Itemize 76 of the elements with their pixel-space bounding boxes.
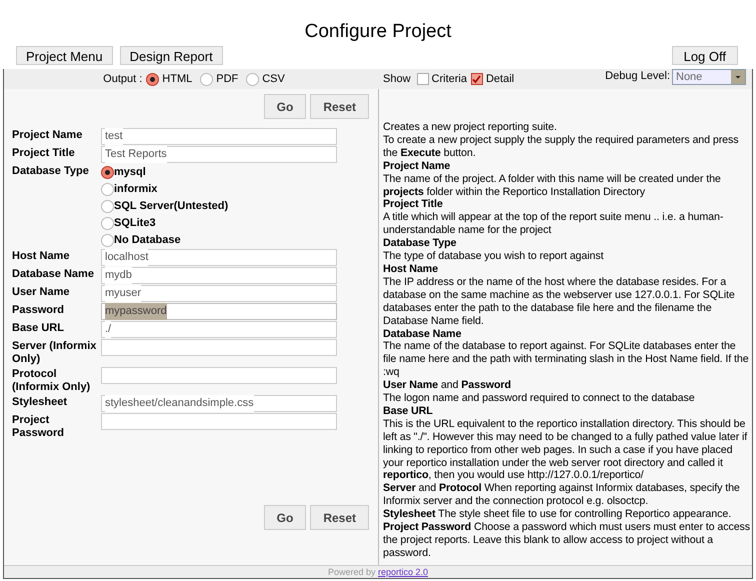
input-field[interactable]: [101, 339, 337, 356]
debug-label: Debug Level:: [605, 69, 670, 84]
footer-link[interactable]: reportico 2.0: [378, 567, 428, 577]
page-title: Configure Project: [304, 21, 452, 42]
help-text: The type of database you wish to report against: [383, 250, 604, 263]
show-label: Show: [383, 72, 411, 87]
field-label: Database Name: [12, 267, 95, 282]
help-text: Creates a new project reporting suite.: [383, 121, 558, 134]
help-heading: Database Type: [383, 237, 458, 250]
debug-select[interactable]: None: [672, 69, 746, 85]
help-heading: Project Title: [383, 198, 444, 212]
help-text: Project Password Choose a password which must users must enter to access the project reports. Leave this blank to allow access to project without a password.: [383, 521, 751, 560]
radio-button[interactable]: [101, 216, 114, 230]
help-heading: Project Name: [383, 160, 452, 173]
input-field[interactable]: [101, 413, 337, 430]
input-field[interactable]: mypassword: [101, 303, 337, 320]
help-heading: Host Name: [383, 262, 439, 276]
help-heading: Database Name: [383, 328, 462, 340]
input-field[interactable]: localhost: [101, 249, 337, 266]
radio-label: SQL Server(Untested): [114, 198, 228, 214]
input-field[interactable]: test: [101, 128, 337, 145]
field-label: User Name: [12, 285, 70, 300]
radio-button[interactable]: [246, 72, 260, 86]
dropdown-icon: [731, 70, 745, 84]
radio-button[interactable]: [101, 182, 114, 196]
radio-button[interactable]: [200, 72, 214, 86]
radio-selected[interactable]: [146, 72, 160, 86]
footer-text: Powered by: [328, 567, 376, 577]
input-field[interactable]: ./: [101, 321, 337, 338]
help-text: The IP address or the name of the host where the database resides. For a database on the same machine as the webserver use 127.0.0.1. For SQLite databases enter the path to the database file here and the filename the Database Name field.: [383, 276, 736, 328]
checkbox[interactable]: [470, 73, 483, 85]
form-button[interactable]: Reset: [310, 505, 369, 530]
radio-button[interactable]: [101, 200, 114, 212]
check-icon: [472, 74, 482, 84]
input-field[interactable]: [101, 367, 337, 384]
input-field[interactable]: stylesheet/cleanandsimple.css: [101, 395, 337, 412]
form-button[interactable]: Go: [264, 505, 306, 530]
field-label: Project Name: [12, 128, 84, 143]
output-label: Output :: [103, 72, 142, 87]
field-label: Host Name: [12, 249, 70, 264]
radio-label: SQLite3: [114, 216, 156, 231]
nav-button[interactable]: Project Menu: [16, 46, 113, 64]
nav-button[interactable]: Design Report: [120, 46, 223, 64]
radio-label: HTML: [162, 72, 192, 87]
field-label: Server (Informix Only): [12, 339, 98, 366]
field-label: Base URL: [12, 321, 65, 336]
checkbox-label: Criteria: [432, 72, 467, 87]
help-text: User Name and Password: [383, 379, 512, 392]
radio-selected[interactable]: [101, 166, 114, 178]
help-text: The name of the project. A folder with this name will be created under the projects folder within the Reportico Installation Directory: [383, 172, 722, 198]
help-text: Stylesheet The style sheet file to use for controlling Reportico appearance.: [383, 508, 732, 522]
help-text: Server and Protocol When reporting against Informix databases, specify the Informix server and the connection protocol e.g. olsoctcp.: [383, 482, 741, 508]
field-label: Project Password: [12, 413, 65, 440]
radio-label: PDF: [216, 72, 238, 87]
radio-button[interactable]: [101, 234, 114, 246]
form-button[interactable]: Reset: [310, 94, 369, 119]
field-label: Project Title: [12, 146, 76, 161]
help-heading: Base URL: [383, 404, 434, 418]
radio-label: CSV: [262, 72, 285, 87]
help-text: The logon name and password required to connect to the database: [383, 392, 696, 405]
field-label: Stylesheet: [12, 395, 68, 410]
checkbox-label: Detail: [486, 72, 514, 87]
input-field[interactable]: Test Reports: [101, 146, 337, 163]
field-label: Database Type: [12, 164, 90, 179]
input-field[interactable]: myuser: [101, 285, 337, 302]
checkbox[interactable]: [416, 73, 429, 85]
field-label: Protocol (Informix Only): [12, 367, 92, 394]
logoff-button[interactable]: Log Off: [672, 46, 738, 64]
form-button[interactable]: Go: [264, 94, 306, 119]
radio-label: mysql: [114, 164, 146, 180]
help-text: A title which will appear at the top of the report suite menu .. i.e. a human-understandable name for the project: [383, 211, 724, 238]
radio-label: No Database: [114, 232, 181, 248]
help-text: To create a new project supply the supply the required parameters and press the Execute button.: [383, 134, 740, 160]
radio-label: informix: [114, 182, 158, 197]
input-field[interactable]: mydb: [101, 267, 337, 284]
field-label: Password: [12, 303, 65, 318]
